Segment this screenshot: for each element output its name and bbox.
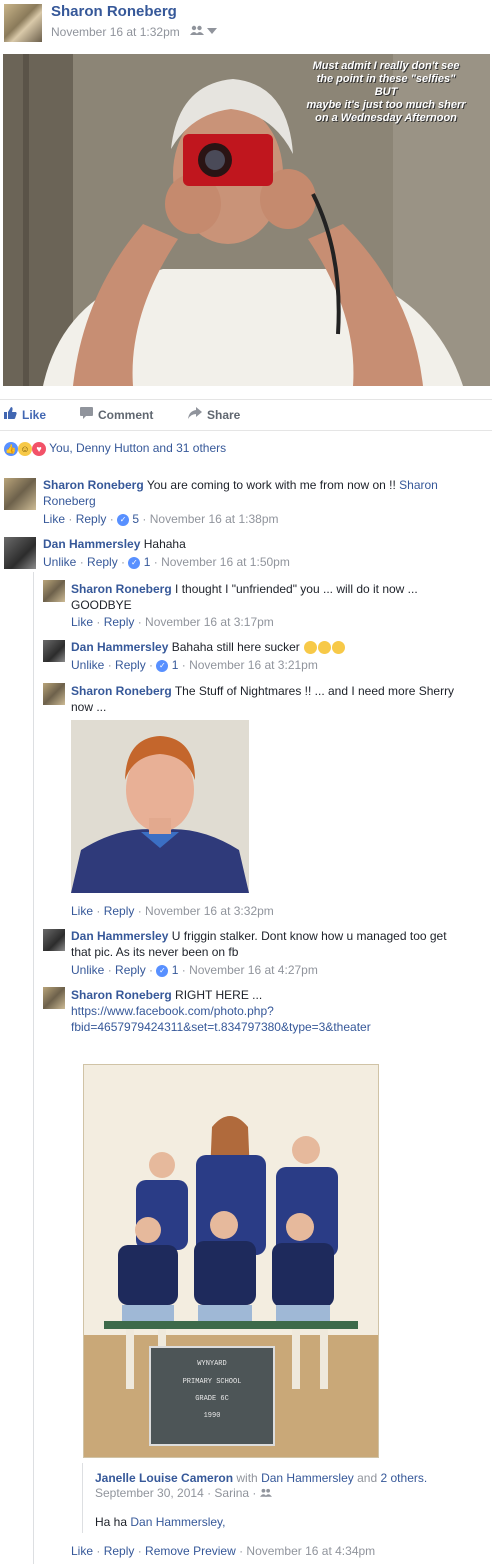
reply-body: Sharon Roneberg The Stuff of Nightmares … — [71, 684, 455, 714]
like-count-icon: ✓ — [128, 556, 141, 569]
share-icon — [188, 407, 202, 422]
photo-caption: Must admit I really don't see the point … — [306, 60, 466, 124]
post-author-name[interactable]: Sharon Roneberg — [51, 3, 177, 20]
post-timestamp[interactable]: November 16 at 1:32pm — [51, 25, 180, 39]
preview-header: Janelle Louise Cameron with Dan Hammersl… — [95, 1471, 428, 1485]
preview-date: September 30, 2014 · Sarina · — [95, 1486, 272, 1500]
friends-icon — [259, 1486, 272, 1500]
thumbs-up-icon — [4, 407, 17, 422]
reply-author[interactable]: Dan Hammersley — [71, 640, 168, 654]
reply-link[interactable]: Reply — [87, 555, 118, 569]
share-button[interactable]: Share — [188, 407, 240, 422]
avatar[interactable] — [43, 683, 65, 705]
author-avatar[interactable] — [4, 4, 42, 42]
post-photo[interactable]: Must admit I really don't see the point … — [3, 54, 490, 386]
preview-body: Ha ha Dan Hammersley, — [95, 1515, 226, 1529]
reactions-text: You, Denny Hutton and 31 others — [49, 441, 227, 455]
reply-link[interactable]: Reply — [115, 658, 146, 672]
reply-author[interactable]: Sharon Roneberg — [71, 582, 172, 596]
board-line-1: WYNYARD — [197, 1360, 226, 1368]
unlike-link[interactable]: Unlike — [43, 555, 76, 569]
love-reaction-icon: ♥ — [32, 441, 46, 456]
reply-body: Sharon Roneberg I thought I "unfriended"… — [71, 582, 418, 612]
reply-body: Dan Hammersley U friggin stalker. Dont k… — [71, 929, 447, 959]
laughing-emoji-icon — [304, 641, 318, 655]
comment-body: Dan Hammersley Hahaha — [43, 537, 186, 551]
unlike-link[interactable]: Unlike — [71, 658, 104, 672]
like-count-icon: ✓ — [156, 964, 169, 977]
reply-author[interactable]: Dan Hammersley — [71, 929, 168, 943]
laughing-emoji-icon — [332, 641, 346, 655]
chevron-down-icon[interactable] — [207, 26, 218, 38]
reply-meta: Like · Reply · November 16 at 3:17pm — [71, 615, 274, 629]
unlike-link[interactable]: Unlike — [71, 963, 104, 977]
like-count-icon: ✓ — [156, 659, 169, 672]
like-count[interactable]: 1 — [172, 963, 179, 977]
like-link[interactable]: Like — [71, 615, 93, 629]
board-line-3: GRADE 6C — [195, 1395, 229, 1403]
like-reaction-icon: 👍 — [4, 441, 18, 456]
audience-selector[interactable] — [190, 25, 218, 38]
comment-meta: Unlike · Reply · ✓ 1 · November 16 at 1:… — [43, 555, 290, 569]
reply-link[interactable]: Reply — [104, 615, 135, 629]
reply-body: Dan Hammersley Bahaha still here sucker — [71, 639, 346, 655]
comment-meta: Like · Reply · ✓ 5 · November 16 at 1:38… — [43, 512, 279, 526]
preview-author[interactable]: Janelle Louise Cameron — [95, 1471, 233, 1485]
like-button[interactable]: Like — [4, 407, 46, 422]
like-count-icon: ✓ — [117, 513, 130, 526]
reply-time[interactable]: November 16 at 3:17pm — [145, 615, 274, 629]
reply-meta: Unlike · Reply · ✓ 1 · November 16 at 3:… — [71, 658, 318, 672]
reply-meta: Like · Reply · Remove Preview · November… — [71, 1544, 376, 1558]
avatar[interactable] — [43, 987, 65, 1009]
comment-body: Sharon Roneberg You are coming to work w… — [43, 478, 438, 508]
reply-thread-line — [33, 572, 34, 1564]
reply-time[interactable]: November 16 at 4:27pm — [189, 963, 318, 977]
avatar[interactable] — [4, 537, 36, 569]
reply-author[interactable]: Sharon Roneberg — [71, 684, 172, 698]
reply-link[interactable]: Reply — [104, 904, 135, 918]
comment-icon — [80, 407, 93, 422]
board-line-4: 1990 — [204, 1412, 221, 1420]
avatar[interactable] — [43, 929, 65, 951]
comment-time[interactable]: November 16 at 1:50pm — [161, 555, 290, 569]
board-line-2: PRIMARY SCHOOL — [183, 1378, 242, 1386]
reply-link[interactable]: Reply — [104, 1544, 135, 1558]
remove-preview-link[interactable]: Remove Preview — [145, 1544, 236, 1558]
like-count[interactable]: 1 — [144, 555, 151, 569]
post-action-bar: Like Comment Share — [0, 399, 492, 431]
friends-icon — [190, 25, 207, 38]
reactions-summary[interactable]: 👍 ☺ ♥ You, Denny Hutton and 31 others — [4, 441, 226, 456]
reply-author[interactable]: Sharon Roneberg — [71, 988, 172, 1002]
reply-meta: Like · Reply · November 16 at 3:32pm — [71, 904, 274, 918]
tagged-user-link[interactable]: Dan Hammersley — [261, 1471, 354, 1485]
avatar[interactable] — [43, 640, 65, 662]
mention-link[interactable]: Dan Hammersley, — [130, 1515, 225, 1529]
reply-link[interactable]: Reply — [115, 963, 146, 977]
like-link[interactable]: Like — [71, 904, 93, 918]
avatar[interactable] — [43, 580, 65, 602]
like-count[interactable]: 5 — [132, 512, 139, 526]
preview-border — [82, 1463, 83, 1533]
like-link[interactable]: Like — [43, 512, 65, 526]
others-link[interactable]: 2 others. — [381, 1471, 428, 1485]
reply-time[interactable]: November 16 at 4:34pm — [246, 1544, 375, 1558]
attached-photo[interactable] — [71, 720, 249, 893]
reply-time[interactable]: November 16 at 3:21pm — [189, 658, 318, 672]
haha-reaction-icon: ☺ — [18, 441, 32, 456]
comment-author[interactable]: Sharon Roneberg — [43, 478, 144, 492]
comment-time[interactable]: November 16 at 1:38pm — [150, 512, 279, 526]
link-preview-photo[interactable]: WYNYARD PRIMARY SCHOOL GRADE 6C 1990 — [83, 1064, 379, 1458]
laughing-emoji-icon — [318, 641, 332, 655]
like-link[interactable]: Like — [71, 1544, 93, 1558]
avatar[interactable] — [4, 478, 36, 510]
reply-link[interactable]: Reply — [76, 512, 107, 526]
comment-author[interactable]: Dan Hammersley — [43, 537, 140, 551]
comment-button[interactable]: Comment — [80, 407, 153, 422]
reply-body: Sharon Roneberg RIGHT HERE ... https://w… — [71, 988, 371, 1034]
url-link[interactable]: https://www.facebook.com/photo.php? fbid=… — [71, 1004, 371, 1034]
reply-meta: Unlike · Reply · ✓ 1 · November 16 at 4:… — [71, 963, 318, 977]
like-count[interactable]: 1 — [172, 658, 179, 672]
reply-time[interactable]: November 16 at 3:32pm — [145, 904, 274, 918]
